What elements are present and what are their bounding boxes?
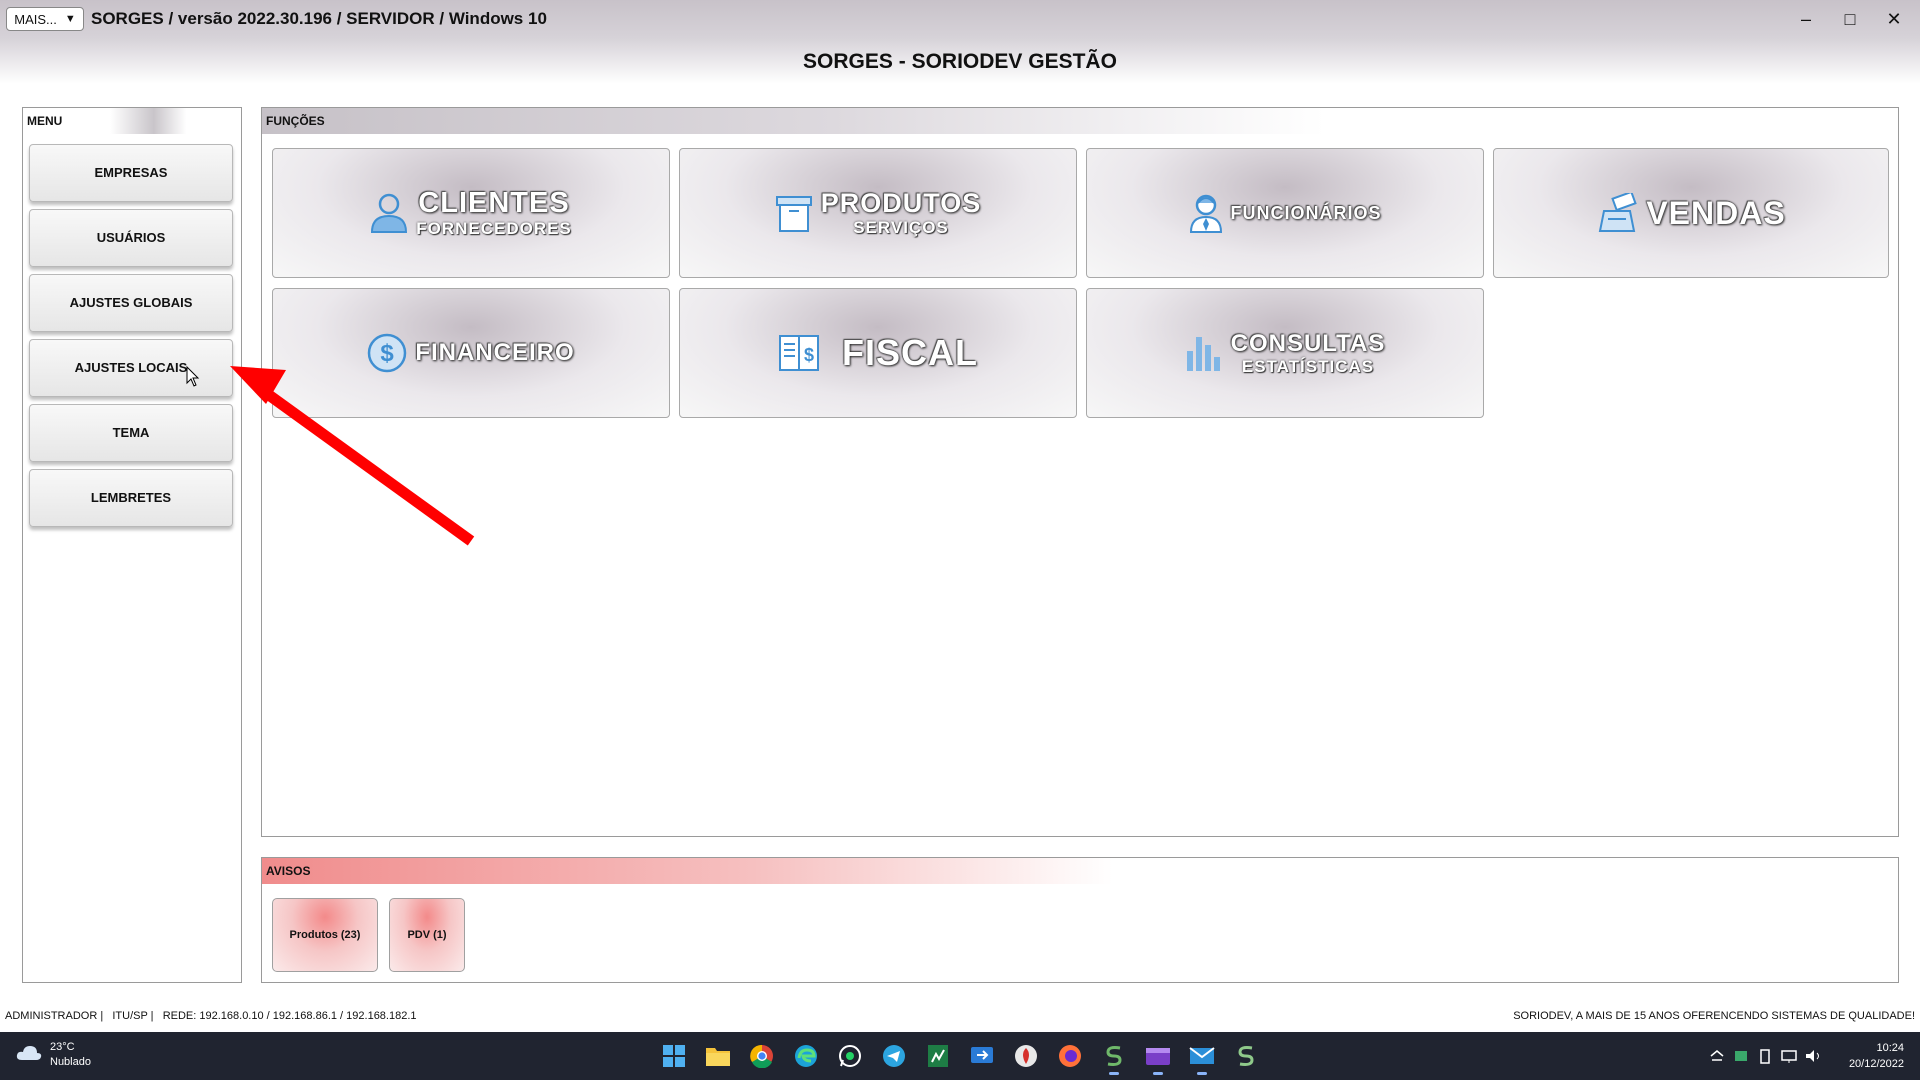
mais-dropdown-button[interactable]: MAIS... ▼ [6, 7, 84, 31]
status-slogan: SORIODEV, A MAIS DE 15 ANOS OFERENCENDO … [1513, 1010, 1915, 1022]
menu-lembretes-button[interactable]: LEMBRETES [29, 469, 233, 527]
produtos-label: PRODUTOS [820, 188, 982, 218]
clock-date: 20/12/2022 [1848, 1058, 1904, 1070]
funcionarios-tile[interactable]: FUNCIONÁRIOS [1086, 148, 1484, 278]
estatisticas-label: ESTATÍSTICAS [1241, 356, 1375, 376]
chrome-icon[interactable] [746, 1040, 778, 1072]
consultas-tile[interactable]: CONSULTAS ESTATÍSTICAS [1086, 288, 1484, 418]
app-icon[interactable] [1010, 1040, 1042, 1072]
start-icon[interactable] [658, 1040, 690, 1072]
firefox-icon[interactable] [1054, 1040, 1086, 1072]
user-icon [370, 192, 408, 234]
file-explorer-icon[interactable] [702, 1040, 734, 1072]
financeiro-label: FINANCEIRO [415, 339, 575, 366]
battery-icon[interactable] [1756, 1048, 1774, 1064]
mouse-cursor-icon [186, 366, 200, 387]
financeiro-tile[interactable]: $ FINANCEIRO [272, 288, 670, 418]
servicos-label: SERVIÇOS [853, 218, 949, 237]
title-bar: MAIS... ▼ SORGES / versão 2022.30.196 / … [0, 0, 1920, 38]
bar-chart-icon [1185, 333, 1223, 373]
sorges-icon[interactable] [1098, 1040, 1130, 1075]
menu-panel: MENU EMPRESAS USUÁRIOS AJUSTES GLOBAIS A… [22, 107, 242, 983]
avisos-panel: AVISOS Produtos (23) PDV (1) [261, 857, 1899, 983]
weather-desc: Nublado [50, 1056, 91, 1068]
box-icon [775, 193, 813, 233]
tray-cloud-icon[interactable] [1708, 1048, 1726, 1064]
whatsapp-icon[interactable] [834, 1040, 866, 1072]
consultas-label: CONSULTAS [1230, 329, 1386, 357]
fiscal-book-icon: $ [778, 334, 820, 372]
functions-panel: FUNÇÕES CLIENTES FORNECEDORES PRODUTOS S… [261, 107, 1899, 837]
aviso-produtos-button[interactable]: Produtos (23) [272, 898, 378, 972]
menu-header: MENU [23, 108, 241, 134]
employee-icon [1189, 193, 1223, 233]
weather-temp: 23°C [50, 1041, 75, 1053]
fornecedores-label: FORNECEDORES [416, 219, 572, 238]
funcionarios-label: FUNCIONÁRIOS [1230, 203, 1382, 223]
volume-icon[interactable] [1804, 1048, 1822, 1064]
clientes-tile[interactable]: CLIENTES FORNECEDORES [272, 148, 670, 278]
avisos-header: AVISOS [262, 858, 1898, 884]
window-title: SORGES / versão 2022.30.196 / SERVIDOR /… [91, 9, 547, 28]
clientes-label: CLIENTES [418, 187, 570, 219]
dollar-icon: $ [367, 333, 407, 373]
mais-label: MAIS... [14, 11, 57, 27]
video-editor-icon[interactable] [1142, 1040, 1174, 1075]
menu-usuarios-button[interactable]: USUÁRIOS [29, 209, 233, 267]
menu-empresas-button[interactable]: EMPRESAS [29, 144, 233, 202]
edge-icon[interactable] [790, 1040, 822, 1072]
fiscal-label: FISCAL [842, 332, 978, 373]
spreadsheet-icon[interactable] [922, 1040, 954, 1072]
page-title: SORGES - SORIODEV GESTÃO [803, 50, 1117, 73]
maximize-button[interactable]: □ [1830, 5, 1870, 33]
status-info: ADMINISTRADOR | ITU/SP | REDE: 192.168.0… [5, 1010, 417, 1022]
mail-icon[interactable] [1186, 1040, 1218, 1075]
menu-ajustes-globais-button[interactable]: AJUSTES GLOBAIS [29, 274, 233, 332]
telegram-icon[interactable] [878, 1040, 910, 1072]
weather-widget[interactable]: 23°C Nublado [16, 1040, 91, 1070]
aviso-pdv-button[interactable]: PDV (1) [389, 898, 465, 972]
network-icon[interactable] [1780, 1048, 1798, 1064]
vendas-label: VENDAS [1646, 195, 1786, 231]
clock-time: 10:24 [1876, 1042, 1904, 1054]
cash-register-icon [1596, 193, 1638, 233]
security-icon[interactable] [1732, 1048, 1750, 1064]
vendas-tile[interactable]: VENDAS [1493, 148, 1889, 278]
svg-text:$: $ [381, 340, 395, 367]
menu-ajustes-locais-button[interactable]: AJUSTES LOCAIS [29, 339, 233, 397]
sorges-alt-icon[interactable] [1230, 1040, 1262, 1072]
functions-header: FUNÇÕES [262, 108, 1898, 134]
remote-icon[interactable] [966, 1040, 998, 1072]
close-button[interactable]: ✕ [1874, 5, 1914, 33]
fiscal-tile[interactable]: $ FISCAL [679, 288, 1077, 418]
clock[interactable]: 10:24 20/12/2022 [1849, 1040, 1904, 1072]
taskbar: 23°C Nublado 10:24 20/12/2022 [0, 1032, 1920, 1080]
cloud-icon [16, 1044, 42, 1067]
chevron-down-icon: ▼ [64, 13, 76, 25]
svg-text:$: $ [804, 345, 814, 365]
produtos-tile[interactable]: PRODUTOS SERVIÇOS [679, 148, 1077, 278]
minimize-button[interactable]: – [1786, 5, 1826, 33]
menu-tema-button[interactable]: TEMA [29, 404, 233, 462]
